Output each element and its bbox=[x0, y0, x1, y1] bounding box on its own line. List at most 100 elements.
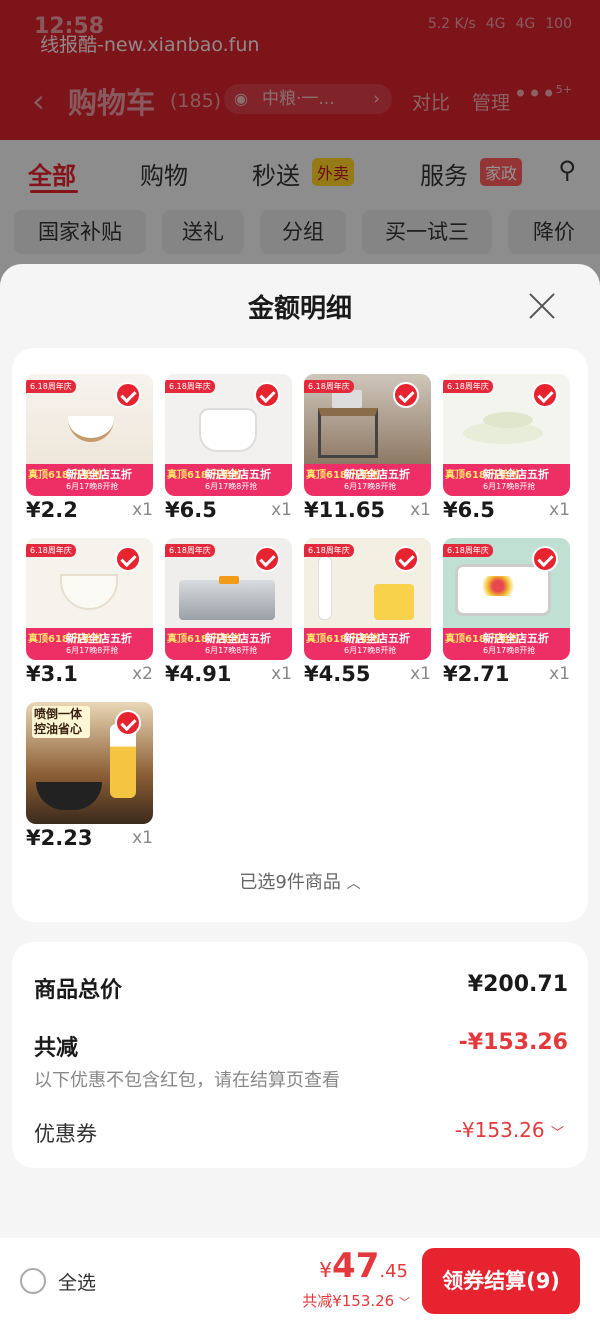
anniversary-tag: 6.18周年庆 bbox=[165, 544, 215, 557]
product-thumbnail: 喷倒一体 控油省心 bbox=[26, 702, 153, 824]
item-price: ¥2.2 bbox=[26, 498, 78, 522]
promo-sub: 6月17晚8开抢 bbox=[483, 482, 536, 491]
currency-symbol: ¥ bbox=[319, 1258, 333, 1282]
anniversary-tag: 6.18周年庆 bbox=[26, 380, 76, 393]
promo-sub: 6月17晚8开抢 bbox=[483, 646, 536, 655]
checked-icon[interactable] bbox=[532, 382, 558, 408]
product-thumbnail: 6.18周年庆 真顶618 开抢啦 新店全店五折 6月17晚8开抢 bbox=[26, 538, 153, 660]
item-qty: x1 bbox=[549, 664, 570, 684]
chevron-down-icon: ﹀ bbox=[399, 1296, 410, 1309]
selected-count-text: 已选9件商品 bbox=[239, 872, 341, 893]
promo-banner: 真顶618 开抢啦 新店全店五折 6月17晚8开抢 bbox=[443, 464, 570, 496]
promo-sub: 6月17晚8开抢 bbox=[66, 646, 119, 655]
reduced-text: 共减¥153.26 bbox=[302, 1292, 395, 1310]
item-price: ¥4.91 bbox=[165, 662, 232, 686]
checked-icon[interactable] bbox=[115, 710, 141, 736]
anniversary-tag: 6.18周年庆 bbox=[165, 380, 215, 393]
select-all-label[interactable]: 全选 bbox=[58, 1268, 96, 1295]
checkout-button[interactable]: 领券结算(9) bbox=[422, 1248, 580, 1314]
cart-item[interactable]: 喷倒一体 控油省心 ¥2.23 x1 bbox=[26, 702, 153, 852]
close-icon[interactable] bbox=[528, 292, 556, 320]
product-thumbnail: 6.18周年庆 真顶618 开抢啦 新店全店五折 6月17晚8开抢 bbox=[165, 538, 292, 660]
anniversary-tag: 6.18周年庆 bbox=[443, 380, 493, 393]
amount-detail-sheet: 金额明细 6.18周年庆 真顶618 开抢啦 新店全店五折 6月17晚8开抢 ¥… bbox=[0, 264, 600, 1323]
promo-title: 新店全店五折 bbox=[483, 632, 549, 645]
cart-item[interactable]: 6.18周年庆 真顶618 开抢啦 新店全店五折 6月17晚8开抢 ¥6.5 x… bbox=[443, 374, 570, 524]
item-qty: x1 bbox=[410, 500, 431, 520]
discount-value: -¥153.26 bbox=[458, 1030, 568, 1055]
promo-sub: 6月17晚8开抢 bbox=[344, 482, 397, 491]
checked-icon[interactable] bbox=[532, 546, 558, 572]
anniversary-tag: 6.18周年庆 bbox=[26, 544, 76, 557]
promo-banner: 真顶618 开抢啦 新店全店五折 6月17晚8开抢 bbox=[165, 628, 292, 660]
product-thumbnail: 6.18周年庆 真顶618 开抢啦 新店全店五折 6月17晚8开抢 bbox=[304, 374, 431, 496]
item-price: ¥2.23 bbox=[26, 826, 93, 850]
plate-image-2 bbox=[483, 412, 533, 428]
payable-total: ¥47.45 bbox=[319, 1246, 408, 1286]
select-all-radio[interactable] bbox=[20, 1268, 46, 1294]
cart-item[interactable]: 6.18周年庆 真顶618 开抢啦 新店全店五折 6月17晚8开抢 ¥3.1 x… bbox=[26, 538, 153, 688]
product-thumbnail: 6.18周年庆 真顶618 开抢啦 新店全店五折 6月17晚8开抢 bbox=[26, 374, 153, 496]
promo-banner: 真顶618 开抢啦 新店全店五折 6月17晚8开抢 bbox=[304, 628, 431, 660]
item-qty: x2 bbox=[132, 664, 153, 684]
item-price: ¥6.5 bbox=[165, 498, 217, 522]
item-qty: x1 bbox=[132, 500, 153, 520]
coupon-amount: -¥153.26 bbox=[454, 1118, 545, 1142]
thumb-caption: 喷倒一体 控油省心 bbox=[32, 706, 90, 738]
anniversary-tag: 6.18周年庆 bbox=[304, 544, 354, 557]
promo-title: 新店全店五折 bbox=[205, 632, 271, 645]
checked-icon[interactable] bbox=[393, 382, 419, 408]
checked-icon[interactable] bbox=[115, 546, 141, 572]
item-qty: x1 bbox=[410, 664, 431, 684]
product-thumbnail: 6.18周年庆 真顶618 开抢啦 新店全店五折 6月17晚8开抢 bbox=[304, 538, 431, 660]
item-qty: x1 bbox=[271, 664, 292, 684]
cart-item[interactable]: 6.18周年庆 真顶618 开抢啦 新店全店五折 6月17晚8开抢 ¥2.71 … bbox=[443, 538, 570, 688]
coupon-label: 优惠券 bbox=[34, 1122, 97, 1146]
promo-title: 新店全店五折 bbox=[483, 468, 549, 481]
item-qty: x1 bbox=[132, 828, 153, 848]
cart-item[interactable]: 6.18周年庆 真顶618 开抢啦 新店全店五折 6月17晚8开抢 ¥6.5 x… bbox=[165, 374, 292, 524]
selected-count-toggle[interactable]: 已选9件商品 ︿ bbox=[12, 868, 588, 894]
anniversary-tag: 6.18周年庆 bbox=[304, 380, 354, 393]
coupon-value[interactable]: -¥153.26 ﹀ bbox=[455, 1118, 564, 1142]
frother-image bbox=[318, 556, 332, 620]
cart-rack-image bbox=[318, 408, 378, 458]
total-integer: 47 bbox=[332, 1246, 380, 1286]
product-thumbnail: 6.18周年庆 真顶618 开抢啦 新店全店五折 6月17晚8开抢 bbox=[165, 374, 292, 496]
promo-title: 新店全店五折 bbox=[66, 468, 132, 481]
promo-sub: 6月17晚8开抢 bbox=[344, 646, 397, 655]
cart-item[interactable]: 6.18周年庆 真顶618 开抢啦 新店全店五折 6月17晚8开抢 ¥4.91 … bbox=[165, 538, 292, 688]
item-price: ¥11.65 bbox=[304, 498, 386, 522]
item-price: ¥4.55 bbox=[304, 662, 371, 686]
box-image bbox=[374, 584, 414, 620]
promo-sub: 6月17晚8开抢 bbox=[66, 482, 119, 491]
checkout-bar: 全选 ¥47.45 共减¥153.26 ﹀ 领券结算(9) bbox=[0, 1238, 600, 1323]
cart-item[interactable]: 6.18周年庆 真顶618 开抢啦 新店全店五折 6月17晚8开抢 ¥4.55 … bbox=[304, 538, 431, 688]
promo-title: 新店全店五折 bbox=[344, 468, 410, 481]
promo-banner: 真顶618 开抢啦 新店全店五折 6月17晚8开抢 bbox=[26, 628, 153, 660]
promo-sub: 6月17晚8开抢 bbox=[205, 646, 258, 655]
reduced-amount[interactable]: 共减¥153.26 ﹀ bbox=[302, 1290, 410, 1311]
item-price: ¥3.1 bbox=[26, 662, 78, 686]
discount-label: 共减 bbox=[34, 1036, 79, 1061]
checked-icon[interactable] bbox=[115, 382, 141, 408]
promo-banner: 真顶618 开抢啦 新店全店五折 6月17晚8开抢 bbox=[165, 464, 292, 496]
sheet-title: 金额明细 bbox=[247, 294, 352, 324]
goods-card: 6.18周年庆 真顶618 开抢啦 新店全店五折 6月17晚8开抢 ¥2.2 x… bbox=[12, 348, 588, 922]
promo-banner: 真顶618 开抢啦 新店全店五折 6月17晚8开抢 bbox=[304, 464, 431, 496]
product-thumbnail: 6.18周年庆 真顶618 开抢啦 新店全店五折 6月17晚8开抢 bbox=[443, 374, 570, 496]
total-price-label: 商品总价 bbox=[34, 978, 123, 1003]
discount-note: 以下优惠不包含红包，请在结算页查看 bbox=[34, 1070, 340, 1091]
item-qty: x1 bbox=[271, 500, 292, 520]
checked-icon[interactable] bbox=[254, 546, 280, 572]
item-qty: x1 bbox=[549, 500, 570, 520]
product-thumbnail: 6.18周年庆 真顶618 开抢啦 新店全店五折 6月17晚8开抢 bbox=[443, 538, 570, 660]
checked-icon[interactable] bbox=[393, 546, 419, 572]
promo-title: 新店全店五折 bbox=[66, 632, 132, 645]
price-summary-card: 商品总价 ¥200.71 共减 -¥153.26 以下优惠不包含红包，请在结算页… bbox=[12, 942, 588, 1168]
checked-icon[interactable] bbox=[254, 382, 280, 408]
wok-image bbox=[36, 782, 102, 810]
cart-item[interactable]: 6.18周年庆 真顶618 开抢啦 新店全店五折 6月17晚8开抢 ¥2.2 x… bbox=[26, 374, 153, 524]
total-price-value: ¥200.71 bbox=[467, 972, 568, 997]
cart-item[interactable]: 6.18周年庆 真顶618 开抢啦 新店全店五折 6月17晚8开抢 ¥11.65… bbox=[304, 374, 431, 524]
